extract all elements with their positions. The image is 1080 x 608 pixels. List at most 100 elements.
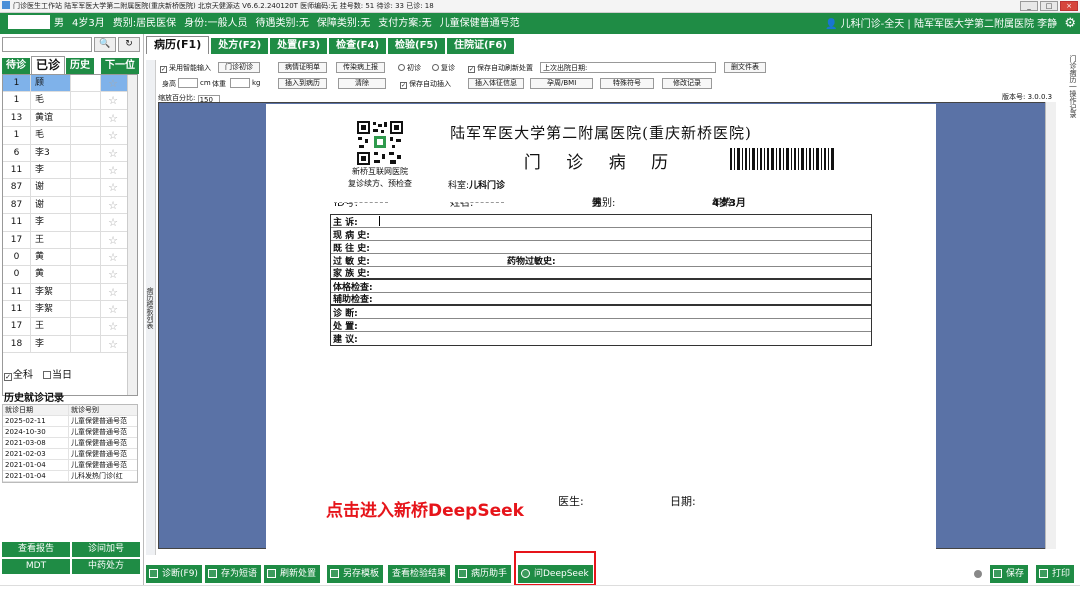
record-field-row[interactable]: 主 诉: xyxy=(331,215,871,228)
infection-report-button[interactable]: 传染病上报 xyxy=(336,62,385,73)
star-icon[interactable]: ☆ xyxy=(101,232,125,248)
history-row[interactable]: 2025-02-11 儿童保健普通号范 xyxy=(3,416,137,427)
history-row[interactable]: 2024-10-30 儿童保健普通号范 xyxy=(3,427,137,438)
star-icon[interactable]: ☆ xyxy=(101,284,125,300)
history-row[interactable]: 2021-02-03 儿童保健普通号范 xyxy=(3,449,137,460)
star-icon[interactable]: ☆ xyxy=(101,110,125,126)
auto-refresh-toggle[interactable]: ✓ 保存自动刷新处置 xyxy=(468,63,533,73)
tab-lab[interactable]: 检验(F5) xyxy=(388,38,445,54)
record-field-row[interactable]: 辅助检查: xyxy=(331,293,871,306)
star-icon[interactable]: ☆ xyxy=(101,249,125,265)
view-lab-results-button[interactable]: 查看检验结果 xyxy=(388,565,451,583)
record-field-row[interactable]: 体格检查: xyxy=(331,280,871,293)
patient-list-row[interactable]: 13 黄谊 ☆ xyxy=(3,109,137,128)
star-icon[interactable]: ☆ xyxy=(101,318,125,334)
minimize-button[interactable]: _ xyxy=(1020,1,1038,11)
patient-list-row[interactable]: 1 顾 ☆ xyxy=(3,75,137,93)
star-icon[interactable]: ☆ xyxy=(101,266,125,282)
star-icon[interactable]: ☆ xyxy=(101,162,125,178)
star-icon[interactable]: ☆ xyxy=(101,336,125,352)
clear-button[interactable]: 清除 xyxy=(338,78,386,89)
star-icon[interactable]: ☆ xyxy=(101,197,125,213)
check-all-dept[interactable]: ✓ 全科 xyxy=(4,366,33,381)
star-icon[interactable]: ☆ xyxy=(101,127,125,143)
maximize-button[interactable]: □ xyxy=(1040,1,1058,11)
record-field-row[interactable]: 诊 断: xyxy=(331,306,871,319)
diagnosis-button[interactable]: 诊断(F9) xyxy=(146,565,202,583)
height-input[interactable] xyxy=(178,78,198,88)
document-scrollbar[interactable] xyxy=(1045,102,1056,549)
patient-list-row[interactable]: 17 王 ☆ xyxy=(3,231,137,249)
star-icon[interactable]: ☆ xyxy=(101,214,125,230)
patient-list-row[interactable]: 11 李 ☆ xyxy=(3,161,137,180)
tab-prescription[interactable]: 处方(F2) xyxy=(211,38,269,54)
record-assistant-button[interactable]: 病历助手 xyxy=(455,565,512,583)
tab-record[interactable]: 病历(F1) xyxy=(146,36,210,54)
smart-input-toggle[interactable]: ✓ 采用智能输入 xyxy=(160,63,211,73)
record-field-row[interactable]: 既 往 史: xyxy=(331,241,871,254)
patient-list-row[interactable]: 18 李 ☆ xyxy=(3,335,137,354)
insert-record-button[interactable]: 插入到病历 xyxy=(278,78,327,89)
save-button[interactable]: 保存 xyxy=(990,565,1029,583)
patient-list-row[interactable]: 17 王 ☆ xyxy=(3,318,137,336)
tab-history[interactable]: 历史 xyxy=(66,58,95,74)
tcm-prescription-button[interactable]: 中药处方 xyxy=(72,559,140,574)
patient-list-row[interactable]: 87 谢 ☆ xyxy=(3,196,137,215)
patient-search-input[interactable] xyxy=(2,37,92,52)
insert-sign-button[interactable]: 插入体征信息 xyxy=(468,78,524,89)
refresh-disposal-button[interactable]: 刷新处置 xyxy=(264,565,321,583)
history-row[interactable]: 2021-01-04 儿童保健普通号范 xyxy=(3,460,137,471)
check-today[interactable]: 当日 xyxy=(43,366,72,381)
tab-exam[interactable]: 检查(F4) xyxy=(329,38,387,54)
tab-disposal[interactable]: 处置(F3) xyxy=(270,38,328,54)
patient-list-scrollbar[interactable] xyxy=(127,75,137,395)
tab-done[interactable]: 已诊 xyxy=(31,56,66,74)
record-field-row[interactable]: 建 议: xyxy=(331,332,871,345)
delete-file-button[interactable]: 删文件表 xyxy=(724,62,766,73)
return-visit-radio[interactable]: 复诊 xyxy=(432,63,455,73)
next-patient-button[interactable]: 下一位 xyxy=(101,58,139,74)
record-field-row[interactable]: 家 族 史: xyxy=(331,267,871,280)
search-icon[interactable]: 🔍 xyxy=(94,37,116,52)
patient-list-row[interactable]: 11 李絮 ☆ xyxy=(3,301,137,319)
patient-list-row[interactable]: 1 毛 ☆ xyxy=(3,127,137,145)
modify-log-button[interactable]: 修改记录 xyxy=(662,78,712,89)
star-icon[interactable]: ☆ xyxy=(101,145,125,161)
add-appointment-button[interactable]: 诊间加号 xyxy=(72,542,140,557)
refresh-icon[interactable]: ↻ xyxy=(118,37,140,52)
pregnancy-bmi-button[interactable]: 孕周/BMI xyxy=(530,78,594,89)
auto-insert-toggle[interactable]: ✓ 保存自动插入 xyxy=(400,79,451,89)
patient-list-row[interactable]: 11 李絮 ☆ xyxy=(3,283,137,302)
star-icon[interactable]: ☆ xyxy=(101,179,125,195)
first-visit-radio[interactable]: 初诊 xyxy=(398,63,421,73)
right-side-strip[interactable]: 门诊病历 | 操作记录 xyxy=(1060,55,1078,555)
last-out-field[interactable]: 上次出院日期: xyxy=(540,62,716,73)
patient-list-row[interactable]: 87 谢 ☆ xyxy=(3,179,137,197)
record-field-row[interactable]: 处 置: xyxy=(331,319,871,332)
tab-admission[interactable]: 住院证(F6) xyxy=(446,38,514,54)
save-phrase-button[interactable]: 存为短语 xyxy=(205,565,262,583)
mdt-button[interactable]: MDT xyxy=(2,559,70,574)
patient-list-row[interactable]: 1 毛 ☆ xyxy=(3,92,137,110)
view-report-button[interactable]: 查看报告 xyxy=(2,542,70,557)
weight-input[interactable] xyxy=(230,78,250,88)
patient-list-row[interactable]: 6 李3 ☆ xyxy=(3,144,137,162)
star-icon[interactable]: ☆ xyxy=(101,75,125,91)
patient-list-row[interactable]: 0 黄 ☆ xyxy=(3,248,137,267)
close-button[interactable]: × xyxy=(1060,1,1078,11)
patient-list-row[interactable]: 11 李 ☆ xyxy=(3,214,137,232)
record-field-row[interactable]: 现 病 史: xyxy=(331,228,871,241)
special-symbol-button[interactable]: 特殊符号 xyxy=(600,78,654,89)
star-icon[interactable]: ☆ xyxy=(101,301,125,317)
gear-icon[interactable]: ⚙ xyxy=(1064,16,1076,31)
star-icon[interactable]: ☆ xyxy=(101,92,125,108)
save-template-button[interactable]: 另存模板 xyxy=(327,565,384,583)
tab-waiting[interactable]: 待诊 xyxy=(2,58,30,74)
history-row[interactable]: 2021-03-08 儿童保健普通号范 xyxy=(3,438,137,449)
record-field-row[interactable]: 过 敏 史: 药物过敏史: xyxy=(331,254,871,267)
illness-cert-button[interactable]: 病情证明单 xyxy=(278,62,327,73)
patient-list-row[interactable]: 0 黄 ☆ xyxy=(3,266,137,284)
outpatient-first-button[interactable]: 门诊初诊 xyxy=(218,62,260,73)
history-row[interactable]: 2021-01-04 儿科发热门诊(红 xyxy=(3,471,137,482)
print-button[interactable]: 打印 xyxy=(1036,565,1075,583)
